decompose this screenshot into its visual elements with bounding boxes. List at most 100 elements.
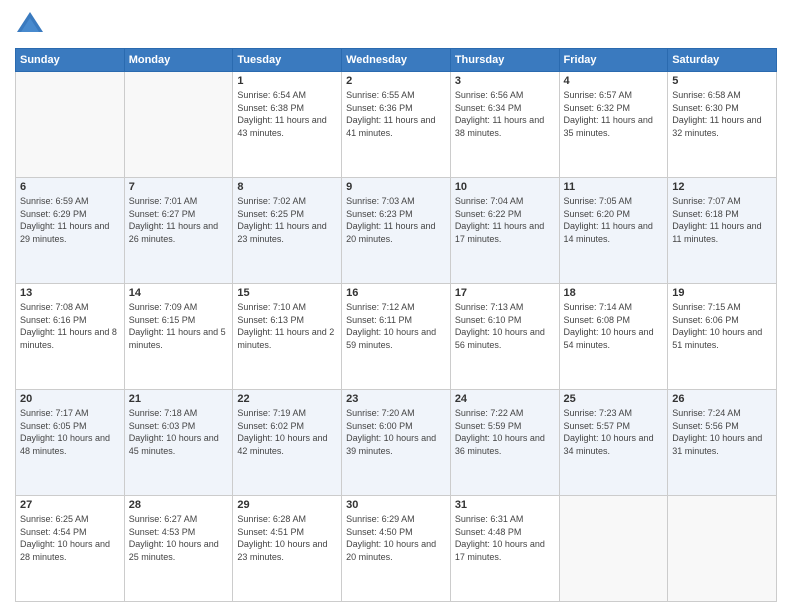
day-number: 17 bbox=[455, 287, 555, 299]
day-info: Sunrise: 7:24 AMSunset: 5:56 PMDaylight:… bbox=[672, 407, 772, 457]
day-info: Sunrise: 7:19 AMSunset: 6:02 PMDaylight:… bbox=[237, 407, 337, 457]
day-number: 29 bbox=[237, 499, 337, 511]
calendar-header-friday: Friday bbox=[559, 49, 668, 72]
calendar-cell: 20 Sunrise: 7:17 AMSunset: 6:05 PMDayligh… bbox=[16, 390, 125, 496]
calendar-cell: 26 Sunrise: 7:24 AMSunset: 5:56 PMDayligh… bbox=[668, 390, 777, 496]
calendar-cell: 18Sunrise: 7:14 AMSunset: 6:08 PMDayligh… bbox=[559, 284, 668, 390]
day-number: 1 bbox=[237, 75, 337, 87]
calendar-cell: 5 Sunrise: 6:58 AMSunset: 6:30 PMDaylight… bbox=[668, 72, 777, 178]
calendar-cell: 16 Sunrise: 7:12 AMSunset: 6:11 PMDayligh… bbox=[342, 284, 451, 390]
day-info: Sunrise: 7:02 AMSunset: 6:25 PMDaylight:… bbox=[237, 195, 337, 245]
calendar-cell: 14 Sunrise: 7:09 AMSunset: 6:15 PMDayligh… bbox=[124, 284, 233, 390]
day-info: Sunrise: 6:31 AMSunset: 4:48 PMDaylight:… bbox=[455, 513, 555, 563]
calendar-cell: 6 Sunrise: 6:59 AMSunset: 6:29 PMDaylight… bbox=[16, 178, 125, 284]
calendar-week-row: 20 Sunrise: 7:17 AMSunset: 6:05 PMDayligh… bbox=[16, 390, 777, 496]
day-number: 5 bbox=[672, 75, 772, 87]
calendar-header-sunday: Sunday bbox=[16, 49, 125, 72]
calendar-cell: 7 Sunrise: 7:01 AMSunset: 6:27 PMDaylight… bbox=[124, 178, 233, 284]
page: SundayMondayTuesdayWednesdayThursdayFrid… bbox=[0, 0, 792, 612]
calendar-header-row: SundayMondayTuesdayWednesdayThursdayFrid… bbox=[16, 49, 777, 72]
calendar-cell: 31 Sunrise: 6:31 AMSunset: 4:48 PMDayligh… bbox=[450, 496, 559, 602]
day-info: Sunrise: 7:05 AMSunset: 6:20 PMDaylight:… bbox=[564, 195, 664, 245]
day-info: Sunrise: 7:17 AMSunset: 6:05 PMDaylight:… bbox=[20, 407, 120, 457]
day-number: 14 bbox=[129, 287, 229, 299]
calendar-cell bbox=[16, 72, 125, 178]
calendar-header-monday: Monday bbox=[124, 49, 233, 72]
day-info: Sunrise: 6:58 AMSunset: 6:30 PMDaylight:… bbox=[672, 89, 772, 139]
day-info: Sunrise: 6:54 AMSunset: 6:38 PMDaylight:… bbox=[237, 89, 337, 139]
day-info: Sunrise: 7:01 AMSunset: 6:27 PMDaylight:… bbox=[129, 195, 229, 245]
day-number: 19 bbox=[672, 287, 772, 299]
logo-icon bbox=[15, 10, 45, 40]
day-info: Sunrise: 6:55 AMSunset: 6:36 PMDaylight:… bbox=[346, 89, 446, 139]
calendar-cell: 2 Sunrise: 6:55 AMSunset: 6:36 PMDaylight… bbox=[342, 72, 451, 178]
day-number: 11 bbox=[564, 181, 664, 193]
day-info: Sunrise: 7:12 AMSunset: 6:11 PMDaylight:… bbox=[346, 301, 446, 351]
calendar-cell: 27 Sunrise: 6:25 AMSunset: 4:54 PMDayligh… bbox=[16, 496, 125, 602]
day-info: Sunrise: 6:59 AMSunset: 6:29 PMDaylight:… bbox=[20, 195, 120, 245]
calendar-cell: 22 Sunrise: 7:19 AMSunset: 6:02 PMDayligh… bbox=[233, 390, 342, 496]
calendar-cell: 8 Sunrise: 7:02 AMSunset: 6:25 PMDaylight… bbox=[233, 178, 342, 284]
day-info: Sunrise: 6:27 AMSunset: 4:53 PMDaylight:… bbox=[129, 513, 229, 563]
day-number: 20 bbox=[20, 393, 120, 405]
day-info: Sunrise: 7:07 AMSunset: 6:18 PMDaylight:… bbox=[672, 195, 772, 245]
day-number: 9 bbox=[346, 181, 446, 193]
day-number: 30 bbox=[346, 499, 446, 511]
calendar-cell: 13Sunrise: 7:08 AMSunset: 6:16 PMDayligh… bbox=[16, 284, 125, 390]
day-number: 12 bbox=[672, 181, 772, 193]
day-info: Sunrise: 7:04 AMSunset: 6:22 PMDaylight:… bbox=[455, 195, 555, 245]
calendar-header-wednesday: Wednesday bbox=[342, 49, 451, 72]
day-info: Sunrise: 6:56 AMSunset: 6:34 PMDaylight:… bbox=[455, 89, 555, 139]
calendar-cell: 15Sunrise: 7:10 AMSunset: 6:13 PMDayligh… bbox=[233, 284, 342, 390]
calendar-cell bbox=[668, 496, 777, 602]
header bbox=[15, 10, 777, 40]
day-number: 24 bbox=[455, 393, 555, 405]
day-info: Sunrise: 7:03 AMSunset: 6:23 PMDaylight:… bbox=[346, 195, 446, 245]
day-number: 25 bbox=[564, 393, 664, 405]
logo bbox=[15, 10, 49, 40]
calendar-cell: 25 Sunrise: 7:23 AMSunset: 5:57 PMDayligh… bbox=[559, 390, 668, 496]
calendar-cell: 28Sunrise: 6:27 AMSunset: 4:53 PMDayligh… bbox=[124, 496, 233, 602]
calendar-cell: 4 Sunrise: 6:57 AMSunset: 6:32 PMDaylight… bbox=[559, 72, 668, 178]
calendar-cell: 24 Sunrise: 7:22 AMSunset: 5:59 PMDayligh… bbox=[450, 390, 559, 496]
calendar-cell: 1 Sunrise: 6:54 AMSunset: 6:38 PMDaylight… bbox=[233, 72, 342, 178]
calendar-week-row: 6 Sunrise: 6:59 AMSunset: 6:29 PMDaylight… bbox=[16, 178, 777, 284]
day-number: 18 bbox=[564, 287, 664, 299]
day-number: 4 bbox=[564, 75, 664, 87]
calendar-cell: 17 Sunrise: 7:13 AMSunset: 6:10 PMDayligh… bbox=[450, 284, 559, 390]
day-info: Sunrise: 7:23 AMSunset: 5:57 PMDaylight:… bbox=[564, 407, 664, 457]
calendar-header-saturday: Saturday bbox=[668, 49, 777, 72]
calendar-week-row: 13Sunrise: 7:08 AMSunset: 6:16 PMDayligh… bbox=[16, 284, 777, 390]
calendar-cell: 3 Sunrise: 6:56 AMSunset: 6:34 PMDaylight… bbox=[450, 72, 559, 178]
day-info: Sunrise: 6:57 AMSunset: 6:32 PMDaylight:… bbox=[564, 89, 664, 139]
day-number: 16 bbox=[346, 287, 446, 299]
day-info: Sunrise: 7:20 AMSunset: 6:00 PMDaylight:… bbox=[346, 407, 446, 457]
day-number: 8 bbox=[237, 181, 337, 193]
day-info: Sunrise: 6:28 AMSunset: 4:51 PMDaylight:… bbox=[237, 513, 337, 563]
day-info: Sunrise: 7:13 AMSunset: 6:10 PMDaylight:… bbox=[455, 301, 555, 351]
day-number: 13 bbox=[20, 287, 120, 299]
day-number: 6 bbox=[20, 181, 120, 193]
day-number: 23 bbox=[346, 393, 446, 405]
day-number: 10 bbox=[455, 181, 555, 193]
day-info: Sunrise: 7:22 AMSunset: 5:59 PMDaylight:… bbox=[455, 407, 555, 457]
day-info: Sunrise: 6:25 AMSunset: 4:54 PMDaylight:… bbox=[20, 513, 120, 563]
calendar-cell bbox=[124, 72, 233, 178]
day-info: Sunrise: 7:09 AMSunset: 6:15 PMDaylight:… bbox=[129, 301, 229, 351]
day-number: 7 bbox=[129, 181, 229, 193]
calendar-cell: 19Sunrise: 7:15 AMSunset: 6:06 PMDayligh… bbox=[668, 284, 777, 390]
calendar-week-row: 1 Sunrise: 6:54 AMSunset: 6:38 PMDaylight… bbox=[16, 72, 777, 178]
day-number: 15 bbox=[237, 287, 337, 299]
day-number: 27 bbox=[20, 499, 120, 511]
calendar-cell: 30Sunrise: 6:29 AMSunset: 4:50 PMDayligh… bbox=[342, 496, 451, 602]
day-number: 21 bbox=[129, 393, 229, 405]
day-number: 26 bbox=[672, 393, 772, 405]
calendar-cell: 21Sunrise: 7:18 AMSunset: 6:03 PMDayligh… bbox=[124, 390, 233, 496]
day-number: 31 bbox=[455, 499, 555, 511]
day-number: 22 bbox=[237, 393, 337, 405]
calendar-week-row: 27 Sunrise: 6:25 AMSunset: 4:54 PMDayligh… bbox=[16, 496, 777, 602]
day-number: 2 bbox=[346, 75, 446, 87]
day-number: 3 bbox=[455, 75, 555, 87]
calendar-cell: 29 Sunrise: 6:28 AMSunset: 4:51 PMDayligh… bbox=[233, 496, 342, 602]
calendar-header-tuesday: Tuesday bbox=[233, 49, 342, 72]
